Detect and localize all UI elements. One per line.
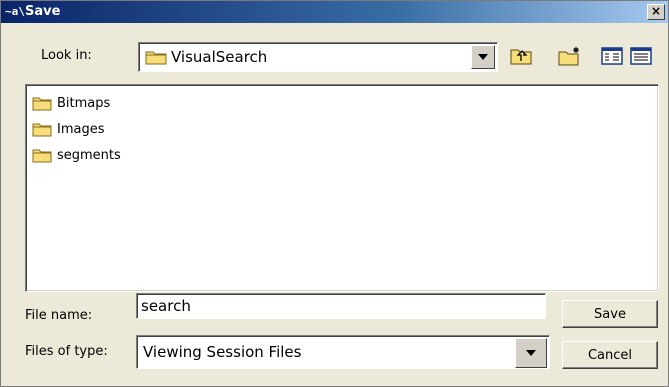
look-in-label: Look in: <box>41 48 92 63</box>
look-in-combo[interactable]: VisualSearch <box>138 42 498 72</box>
up-folder-icon <box>510 49 532 65</box>
close-button[interactable]: × <box>647 4 665 20</box>
chevron-down-icon <box>478 54 488 60</box>
new-folder-icon <box>558 47 579 66</box>
list-item[interactable]: Images <box>32 119 105 139</box>
list-view-button[interactable] <box>598 44 626 68</box>
list-item[interactable]: segments <box>32 145 121 165</box>
view-details-icon <box>630 47 652 65</box>
file-name: Bitmaps <box>57 95 111 111</box>
window-title: Save <box>25 4 61 19</box>
save-button[interactable]: Save <box>562 300 658 328</box>
save-dialog: ~a\ Save × Look in: VisualSearch Bitmaps… <box>0 0 669 387</box>
list-view-icon <box>601 47 623 65</box>
folder-icon <box>32 123 52 137</box>
file-type-label: Files of type: <box>25 344 108 359</box>
up-folder-button[interactable] <box>508 44 534 68</box>
folder-icon <box>32 149 52 163</box>
file-name: segments <box>57 147 121 163</box>
file-name-label: File name: <box>25 308 93 323</box>
file-type-combo[interactable]: Viewing Session Files <box>136 335 550 369</box>
title-bar[interactable]: ~a\ Save × <box>1 1 668 23</box>
file-list[interactable]: Bitmaps Images segments <box>25 84 659 292</box>
file-type-value: Viewing Session Files <box>143 343 302 361</box>
list-item[interactable]: Bitmaps <box>32 93 110 113</box>
cancel-button[interactable]: Cancel <box>562 341 658 369</box>
file-type-dropdown-button[interactable] <box>515 338 547 368</box>
app-icon: ~a\ <box>5 5 25 18</box>
look-in-dropdown-button[interactable] <box>471 45 495 69</box>
details-view-button[interactable] <box>627 44 655 68</box>
file-name-input[interactable] <box>136 293 546 319</box>
folder-icon <box>145 49 167 69</box>
chevron-down-icon <box>526 350 536 356</box>
new-folder-button[interactable] <box>557 44 583 68</box>
file-name: Images <box>57 121 105 137</box>
look-in-value: VisualSearch <box>171 48 268 66</box>
folder-icon <box>32 97 52 111</box>
